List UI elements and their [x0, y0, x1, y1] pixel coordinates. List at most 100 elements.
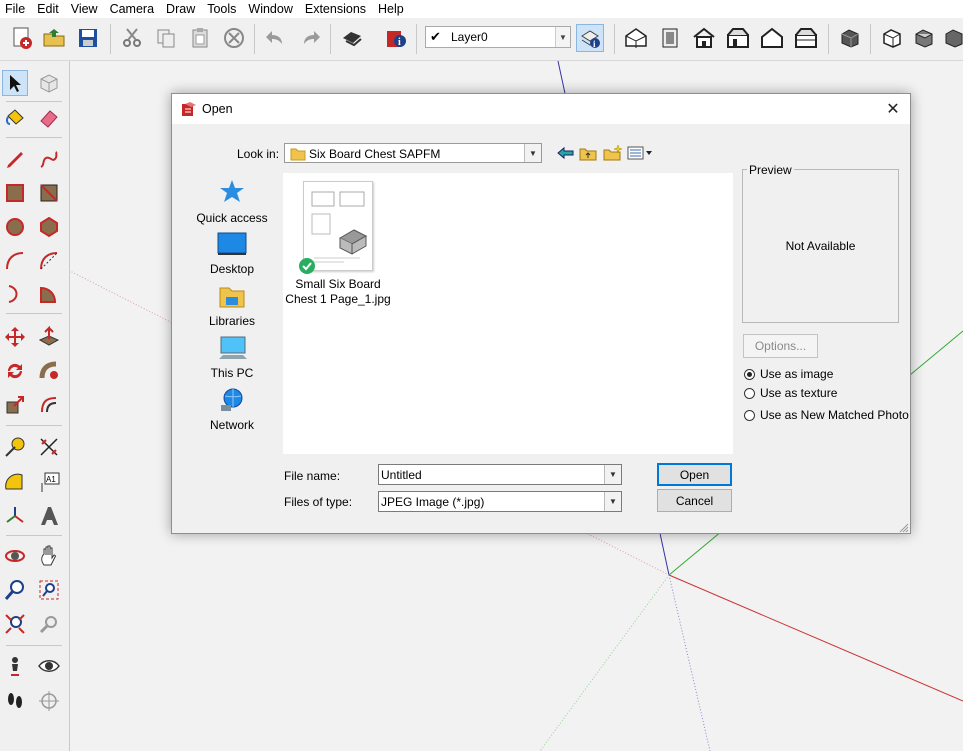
- resize-grip-icon[interactable]: [899, 522, 909, 533]
- eraser-tool-icon[interactable]: [36, 105, 62, 131]
- chevron-down-icon[interactable]: ▼: [604, 465, 621, 484]
- cut-icon[interactable]: [118, 24, 146, 52]
- arc-tool-icon[interactable]: [2, 248, 28, 274]
- close-icon[interactable]: ✕: [882, 98, 904, 120]
- print-icon[interactable]: [338, 24, 366, 52]
- radio-use-as-image[interactable]: Use as image: [744, 367, 833, 381]
- radio-use-as-texture[interactable]: Use as texture: [744, 386, 837, 400]
- hidden-line-style-icon[interactable]: [910, 24, 938, 52]
- options-button[interactable]: Options...: [743, 334, 818, 358]
- rotated-rectangle-tool-icon[interactable]: [36, 180, 62, 206]
- dimension-tool-icon[interactable]: [36, 434, 62, 460]
- text-tool-icon[interactable]: A1: [36, 469, 62, 495]
- menu-window[interactable]: Window: [243, 0, 299, 18]
- arc-3pt-tool-icon[interactable]: [2, 281, 28, 307]
- shaded-style-icon[interactable]: [940, 24, 963, 52]
- orbit-tool-icon[interactable]: [2, 543, 28, 569]
- front-view-icon[interactable]: [690, 24, 718, 52]
- zoom-extents-tool-icon[interactable]: [2, 611, 28, 637]
- radio-label: Use as New Matched Photo: [760, 408, 909, 422]
- erase-delete-icon[interactable]: [220, 24, 248, 52]
- pie-tool-icon[interactable]: [36, 281, 62, 307]
- menu-draw[interactable]: Draw: [161, 0, 202, 18]
- circle-tool-icon[interactable]: [2, 214, 28, 240]
- save-icon[interactable]: [74, 24, 102, 52]
- tape-measure-tool-icon[interactable]: [2, 434, 28, 460]
- select-tool-icon[interactable]: [2, 70, 28, 96]
- file-list[interactable]: Small Six Board Chest 1 Page_1.jpg: [283, 173, 733, 454]
- back-view-icon[interactable]: [758, 24, 786, 52]
- chevron-down-icon[interactable]: ▼: [524, 144, 541, 162]
- redo-icon[interactable]: [296, 24, 324, 52]
- cancel-button[interactable]: Cancel: [657, 489, 732, 512]
- new-folder-icon[interactable]: [603, 144, 623, 164]
- section-plane-tool-icon[interactable]: [36, 688, 62, 714]
- undo-icon[interactable]: [262, 24, 290, 52]
- up-folder-icon[interactable]: [579, 145, 597, 164]
- menu-file[interactable]: File: [0, 0, 32, 18]
- scale-tool-icon[interactable]: [2, 392, 28, 418]
- follow-me-tool-icon[interactable]: [36, 358, 62, 384]
- zoom-window-tool-icon[interactable]: [36, 577, 62, 603]
- place-network[interactable]: Network: [192, 387, 272, 432]
- wireframe-style-icon[interactable]: [878, 24, 906, 52]
- new-model-icon[interactable]: [8, 24, 36, 52]
- protractor-tool-icon[interactable]: [2, 469, 28, 495]
- left-view-icon[interactable]: [792, 24, 820, 52]
- back-arrow-icon[interactable]: [557, 146, 575, 163]
- 3d-text-tool-icon[interactable]: [36, 503, 62, 529]
- menu-bar: File Edit View Camera Draw Tools Window …: [0, 0, 963, 18]
- file-name-label: Small Six Board Chest 1 Page_1.jpg: [283, 277, 393, 307]
- place-desktop[interactable]: Desktop: [192, 231, 272, 276]
- component-tool-icon[interactable]: [36, 70, 62, 96]
- menu-help[interactable]: Help: [373, 0, 411, 18]
- paint-bucket-tool-icon[interactable]: [2, 105, 28, 131]
- menu-edit[interactable]: Edit: [32, 0, 66, 18]
- look-around-tool-icon[interactable]: [36, 653, 62, 679]
- open-dialog: Open ✕ Look in: Six Board Chest SAPFM ▼ …: [171, 93, 911, 534]
- xray-style-icon[interactable]: [836, 24, 864, 52]
- place-this-pc[interactable]: This PC: [192, 335, 272, 380]
- view-menu-icon[interactable]: [627, 146, 653, 163]
- offset-tool-icon[interactable]: [36, 392, 62, 418]
- place-quick-access[interactable]: Quick access: [192, 178, 272, 225]
- layer-dropdown[interactable]: ✔ Layer0 ▼: [425, 26, 571, 48]
- rectangle-tool-icon[interactable]: [2, 180, 28, 206]
- position-camera-tool-icon[interactable]: [2, 653, 28, 679]
- place-libraries[interactable]: Libraries: [192, 283, 272, 328]
- axes-tool-icon[interactable]: [2, 503, 28, 529]
- open-folder-icon[interactable]: [40, 24, 68, 52]
- open-button[interactable]: Open: [657, 463, 732, 486]
- previous-view-tool-icon[interactable]: [36, 611, 62, 637]
- file-item[interactable]: Small Six Board Chest 1 Page_1.jpg: [283, 173, 393, 313]
- move-tool-icon[interactable]: [2, 324, 28, 350]
- arc-2pt-tool-icon[interactable]: [36, 248, 62, 274]
- polygon-tool-icon[interactable]: [36, 214, 62, 240]
- right-view-icon[interactable]: [724, 24, 752, 52]
- file-name-input[interactable]: Untitled ▼: [378, 464, 622, 485]
- menu-tools[interactable]: Tools: [202, 0, 243, 18]
- layer-manager-icon[interactable]: i: [576, 24, 604, 52]
- menu-camera[interactable]: Camera: [105, 0, 161, 18]
- menu-extensions[interactable]: Extensions: [300, 0, 373, 18]
- rotate-tool-icon[interactable]: [2, 358, 28, 384]
- chevron-down-icon[interactable]: ▼: [604, 492, 621, 511]
- chevron-down-icon[interactable]: ▼: [555, 27, 570, 47]
- paste-icon[interactable]: [186, 24, 214, 52]
- look-in-dropdown[interactable]: Six Board Chest SAPFM ▼: [284, 143, 542, 163]
- dialog-titlebar[interactable]: Open ✕: [172, 94, 910, 124]
- pan-tool-icon[interactable]: [36, 543, 62, 569]
- green-axis-dotted: [539, 574, 670, 751]
- copy-icon[interactable]: [152, 24, 180, 52]
- top-view-icon[interactable]: [656, 24, 684, 52]
- model-info-icon[interactable]: i: [382, 24, 410, 52]
- freehand-tool-icon[interactable]: [36, 147, 62, 173]
- radio-use-as-matched-photo[interactable]: Use as New Matched Photo: [744, 408, 909, 422]
- walk-tool-icon[interactable]: [2, 688, 28, 714]
- file-type-dropdown[interactable]: JPEG Image (*.jpg) ▼: [378, 491, 622, 512]
- iso-view-icon[interactable]: [622, 24, 650, 52]
- zoom-tool-icon[interactable]: [2, 577, 28, 603]
- menu-view[interactable]: View: [66, 0, 105, 18]
- pencil-tool-icon[interactable]: [2, 147, 28, 173]
- push-pull-tool-icon[interactable]: [36, 324, 62, 350]
